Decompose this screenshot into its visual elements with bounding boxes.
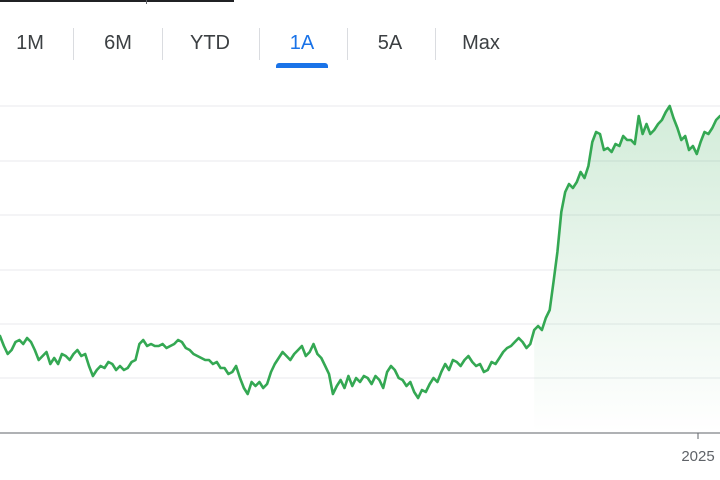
price-chart[interactable]: 2025	[0, 0, 720, 480]
x-tick-label-2025: 2025	[681, 448, 714, 465]
price-area-fill	[534, 106, 720, 432]
